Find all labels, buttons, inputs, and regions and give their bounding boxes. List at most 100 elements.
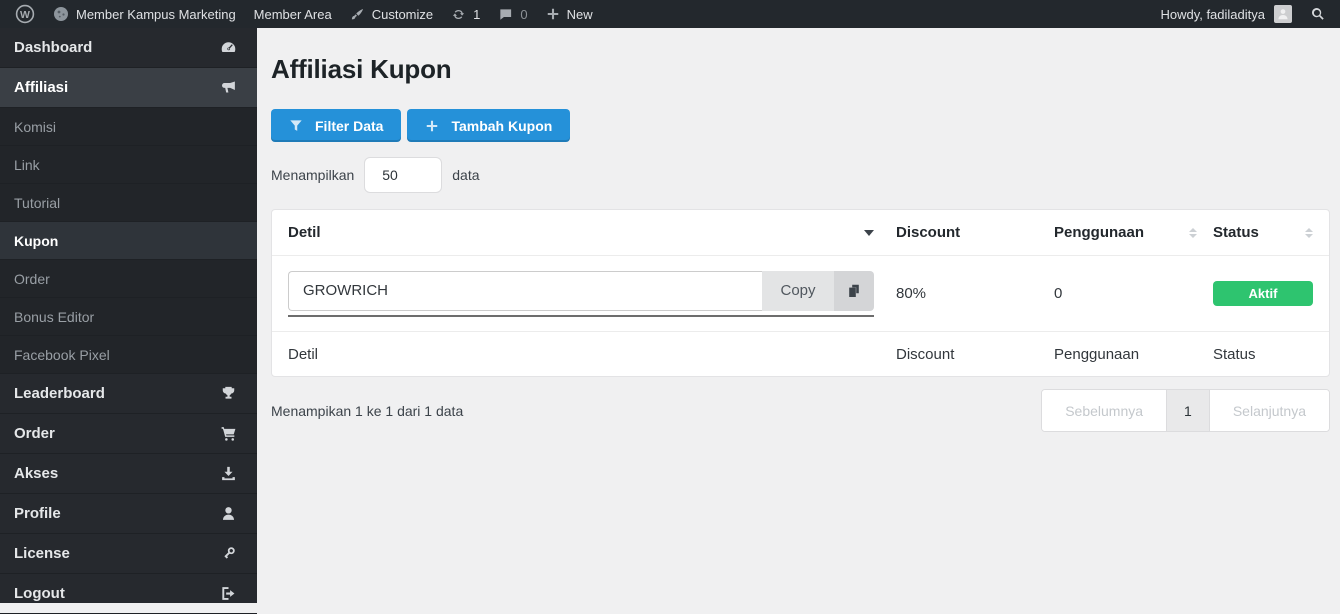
sort-icon (1189, 228, 1197, 238)
sidebar-item-profile[interactable]: Profile (0, 494, 257, 534)
filter-data-button[interactable]: Filter Data (271, 109, 401, 142)
howdy-account-link[interactable]: Howdy, fadiladitya (1160, 7, 1274, 22)
site-name: Member Kampus Marketing (76, 7, 236, 22)
pagination: Sebelumnya 1 Selanjutnya (1041, 389, 1330, 432)
admin-bar: W Member Kampus Marketing Member Area Cu… (0, 0, 1340, 28)
member-area-label: Member Area (254, 7, 332, 22)
brush-icon (350, 7, 365, 22)
sidebar-item-order-sub[interactable]: Order (0, 260, 257, 298)
copy-icon (846, 283, 862, 299)
sidebar-item-label: Order (14, 425, 55, 442)
results-summary: Menampikan 1 ke 1 dari 1 data (271, 403, 463, 419)
column-header-label: Status (1213, 224, 1259, 241)
sidebar-item-dashboard[interactable]: Dashboard (0, 28, 257, 68)
logout-icon (220, 585, 237, 602)
sidebar-item-label: Dashboard (14, 39, 92, 56)
sidebar-item-license[interactable]: License (0, 534, 257, 574)
sidebar: Dashboard Affiliasi Komisi Link Tutorial… (0, 28, 257, 603)
megaphone-icon (220, 79, 237, 96)
column-header-label: Detil (288, 224, 321, 241)
show-suffix: data (452, 167, 479, 183)
tambah-kupon-button[interactable]: Tambah Kupon (407, 109, 570, 142)
plus-icon (425, 119, 439, 133)
sidebar-item-label: Akses (14, 465, 58, 482)
coupon-code-group: Copy (288, 271, 874, 317)
admin-bar-left: W Member Kampus Marketing Member Area Cu… (0, 0, 602, 28)
sidebar-item-leaderboard[interactable]: Leaderboard (0, 374, 257, 414)
sidebar-item-affiliasi[interactable]: Affiliasi (0, 68, 257, 108)
update-count: 1 (473, 7, 480, 22)
admin-bar-right: Howdy, fadiladitya (1160, 0, 1340, 28)
footer-penggunaan: Penggunaan (1054, 346, 1213, 363)
page-title: Affiliasi Kupon (271, 54, 1330, 85)
sidebar-item-label: Order (14, 271, 50, 287)
sort-icon (1305, 228, 1313, 238)
table-row: Copy 80% 0 Aktif (272, 256, 1329, 332)
new-content-link[interactable]: New (537, 0, 602, 28)
site-icon (53, 6, 69, 22)
dashboard-icon (220, 39, 237, 56)
sidebar-item-label: Kupon (14, 233, 58, 249)
pagination-next-button[interactable]: Selanjutnya (1210, 390, 1329, 431)
page-size-row: Menampilkan 50 data (271, 157, 1330, 193)
pagination-prev-button[interactable]: Sebelumnya (1042, 390, 1166, 431)
site-menu[interactable]: Member Kampus Marketing (44, 0, 245, 28)
page-size-select[interactable]: 50 (364, 157, 442, 193)
new-label: New (567, 7, 593, 22)
column-header-penggunaan[interactable]: Penggunaan (1054, 224, 1213, 241)
footer-status: Status (1213, 346, 1313, 363)
sidebar-item-facebook-pixel[interactable]: Facebook Pixel (0, 336, 257, 374)
wordpress-logo-icon: W (15, 4, 35, 24)
tambah-kupon-label: Tambah Kupon (451, 118, 552, 134)
sidebar-item-kupon[interactable]: Kupon (0, 222, 257, 260)
footer-discount: Discount (896, 346, 1054, 363)
sidebar-item-label: Profile (14, 505, 61, 522)
page-size-value: 50 (382, 167, 398, 183)
comments-link[interactable]: 0 (489, 0, 536, 28)
column-header-label: Penggunaan (1054, 224, 1144, 241)
column-header-discount[interactable]: Discount (896, 224, 1054, 241)
footer-detil: Detil (288, 346, 896, 363)
column-header-status[interactable]: Status (1213, 224, 1313, 241)
sidebar-item-order[interactable]: Order (0, 414, 257, 454)
plus-icon (546, 7, 560, 21)
wordpress-logo[interactable]: W (6, 0, 44, 28)
updates-link[interactable]: 1 (442, 0, 489, 28)
customize-label: Customize (372, 7, 433, 22)
sidebar-item-logout[interactable]: Logout (0, 574, 257, 614)
sidebar-item-label: Bonus Editor (14, 309, 94, 325)
svg-text:W: W (20, 9, 30, 21)
download-icon (220, 465, 237, 482)
table-header-row: Detil Discount Penggunaan Status (272, 210, 1329, 256)
person-icon (220, 505, 237, 522)
sidebar-item-link[interactable]: Link (0, 146, 257, 184)
pagination-page-1[interactable]: 1 (1166, 390, 1210, 431)
sidebar-item-akses[interactable]: Akses (0, 454, 257, 494)
main-content: Affiliasi Kupon Filter Data Tambah Kupon… (257, 28, 1340, 603)
sidebar-item-label: Logout (14, 585, 65, 602)
comment-icon (498, 7, 513, 22)
sidebar-item-komisi[interactable]: Komisi (0, 108, 257, 146)
table-bottom-row: Menampikan 1 ke 1 dari 1 data Sebelumnya… (271, 389, 1330, 432)
member-area-link[interactable]: Member Area (245, 0, 341, 28)
usage-cell: 0 (1054, 285, 1213, 302)
update-icon (451, 7, 466, 22)
search-icon[interactable] (1304, 6, 1332, 22)
table-footer-row: Detil Discount Penggunaan Status (272, 332, 1329, 376)
column-header-detil[interactable]: Detil (288, 224, 896, 241)
coupon-code-input[interactable] (288, 271, 762, 311)
copy-icon-button[interactable] (834, 271, 874, 311)
cart-icon (220, 425, 237, 442)
copy-button[interactable]: Copy (762, 271, 834, 311)
avatar[interactable] (1274, 5, 1292, 23)
action-buttons: Filter Data Tambah Kupon (271, 109, 1330, 142)
sidebar-item-bonus-editor[interactable]: Bonus Editor (0, 298, 257, 336)
sidebar-item-tutorial[interactable]: Tutorial (0, 184, 257, 222)
customize-link[interactable]: Customize (341, 0, 442, 28)
sidebar-item-label: Affiliasi (14, 79, 68, 96)
sidebar-item-label: Leaderboard (14, 385, 105, 402)
status-badge[interactable]: Aktif (1213, 281, 1313, 306)
filter-icon (289, 119, 303, 133)
sidebar-item-label: Facebook Pixel (14, 347, 110, 363)
sort-desc-icon (864, 230, 874, 236)
